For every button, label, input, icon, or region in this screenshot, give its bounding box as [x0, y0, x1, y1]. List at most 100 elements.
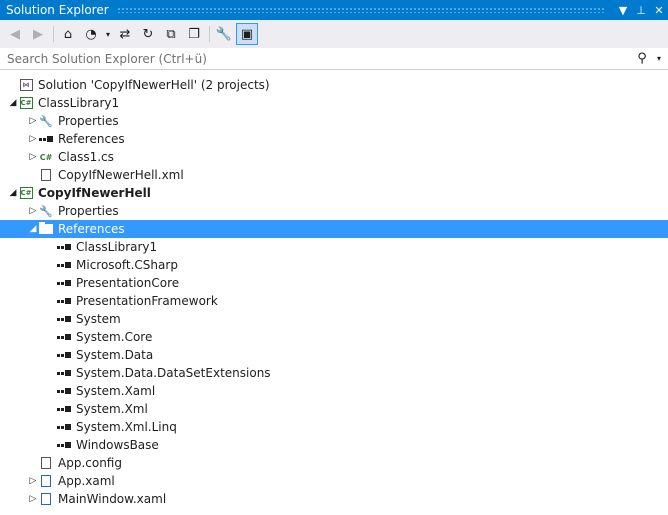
collapse-arrow-icon[interactable]: ◢ [8, 94, 18, 112]
refresh-icon[interactable]: ↻ [137, 23, 159, 45]
wrench-icon: 🔧 [39, 204, 53, 218]
expand-arrow-icon[interactable]: ▷ [28, 490, 38, 508]
config-file-icon [38, 455, 54, 471]
tree-item[interactable]: ClassLibrary1 [0, 238, 668, 256]
solution-icon: ⋈ [18, 77, 34, 93]
no-expander [46, 346, 56, 364]
tree-item[interactable]: System.Data.DataSetExtensions [0, 364, 668, 382]
reference-icon [56, 257, 72, 273]
tree-item[interactable]: ⋈ Solution 'CopyIfNewerHell' (2 projects) [0, 76, 668, 94]
expand-arrow-icon[interactable]: ▷ [28, 130, 38, 148]
pending-changes-filter-icon[interactable]: ◔ [80, 23, 102, 45]
reference-icon [56, 383, 72, 399]
no-expander [8, 76, 18, 94]
properties-wrench-icon[interactable]: 🔧 [213, 23, 235, 45]
reference-icon [56, 437, 72, 453]
tree-item[interactable]: ▷ 🔧 Properties [0, 112, 668, 130]
expand-arrow-icon[interactable]: ▷ [28, 112, 38, 130]
no-expander [46, 310, 56, 328]
sync-icon[interactable]: ⇄ [114, 23, 136, 45]
tree-item[interactable]: ◢ References [0, 220, 668, 238]
tree-item-label: System.Xaml [76, 384, 156, 398]
forward-icon[interactable]: ▶ [27, 23, 49, 45]
tree-item-label: System.Core [76, 330, 153, 344]
reference-icon [56, 365, 72, 381]
tree-item-label: PresentationCore [76, 276, 180, 290]
show-all-files-icon[interactable]: ❐ [183, 23, 205, 45]
tree-item-label: PresentationFramework [76, 294, 218, 308]
tree-item-label: ClassLibrary1 [76, 240, 158, 254]
tree-item-label: Microsoft.CSharp [76, 258, 178, 272]
tree-item-label: CopyIfNewerHell.xml [58, 168, 184, 182]
tree-item[interactable]: CopyIfNewerHell.xml [0, 166, 668, 184]
no-expander [46, 274, 56, 292]
search-input[interactable] [0, 50, 634, 67]
xaml-file-icon [38, 473, 54, 489]
tree-item-label: System [76, 312, 121, 326]
tree-item-label: ClassLibrary1 [38, 96, 120, 110]
tree-item-label: MainWindow.xaml [58, 492, 167, 506]
reference-icon [56, 419, 72, 435]
toolbar: ◀ ▶ ⌂ ◔ ▾ ⇄ ↻ ⧉ ❐ 🔧 ▣ [0, 20, 668, 48]
expand-arrow-icon[interactable]: ▷ [28, 202, 38, 220]
solution-tree: ⋈ Solution 'CopyIfNewerHell' (2 projects)… [0, 76, 668, 508]
tree-item[interactable]: ▷ App.xaml [0, 472, 668, 490]
tree-item[interactable]: ▷ 🔧 Properties [0, 202, 668, 220]
tree-item-label: System.Xml.Linq [76, 420, 177, 434]
csharp-project-icon: C# [19, 187, 33, 199]
tree-item[interactable]: PresentationCore [0, 274, 668, 292]
no-expander [28, 166, 38, 184]
collapse-all-icon[interactable]: ⧉ [160, 23, 182, 45]
tree-item[interactable]: ▷ C# Class1.cs [0, 148, 668, 166]
reference-icon [56, 329, 72, 345]
reference-icon [56, 401, 72, 417]
tree-item[interactable]: System.Xml [0, 400, 668, 418]
collapse-arrow-icon[interactable]: ◢ [28, 220, 38, 238]
tree-item-label: CopyIfNewerHell [38, 186, 151, 200]
tree-item[interactable]: App.config [0, 454, 668, 472]
close-icon[interactable]: ✕ [650, 4, 668, 17]
tree-item-label: System.Xml [76, 402, 148, 416]
no-expander [46, 238, 56, 256]
search-options-dropdown-icon[interactable]: ▾ [650, 54, 668, 63]
title-grip[interactable] [116, 7, 606, 13]
reference-icon [56, 347, 72, 363]
tree-item[interactable]: System.Core [0, 328, 668, 346]
collapse-arrow-icon[interactable]: ◢ [8, 184, 18, 202]
tree-item-label: System.Data.DataSetExtensions [76, 366, 271, 380]
tree-item[interactable]: ◢ C# CopyIfNewerHell [0, 184, 668, 202]
tree-item[interactable]: System [0, 310, 668, 328]
tree-item[interactable]: PresentationFramework [0, 292, 668, 310]
tree-item[interactable]: ▷ References [0, 130, 668, 148]
preview-selected-items-icon[interactable]: ▣ [236, 23, 258, 45]
search-icon[interactable]: ⚲ [634, 51, 650, 66]
reference-icon [56, 275, 72, 291]
csharp-project-icon: C# [19, 97, 33, 109]
tree-item[interactable]: System.Xml.Linq [0, 418, 668, 436]
tree-item[interactable]: System.Xaml [0, 382, 668, 400]
pin-icon[interactable]: ⊥ [632, 4, 650, 17]
home-icon[interactable]: ⌂ [57, 23, 79, 45]
expand-arrow-icon[interactable]: ▷ [28, 472, 38, 490]
expand-arrow-icon[interactable]: ▷ [28, 148, 38, 166]
tree-item[interactable]: ◢ C# ClassLibrary1 [0, 94, 668, 112]
back-icon[interactable]: ◀ [4, 23, 26, 45]
tree-item[interactable]: System.Data [0, 346, 668, 364]
tree-item[interactable]: Microsoft.CSharp [0, 256, 668, 274]
no-expander [46, 382, 56, 400]
tree-item-label: Class1.cs [58, 150, 114, 164]
tree-item[interactable]: ▷ MainWindow.xaml [0, 490, 668, 508]
tree-item-label: References [58, 222, 125, 236]
title-bar: Solution Explorer ▼ ⊥ ✕ [0, 0, 668, 20]
folder-open-icon [38, 221, 54, 237]
dropdown-arrow-icon[interactable]: ▾ [103, 23, 113, 45]
no-expander [46, 292, 56, 310]
toolbar-separator [209, 26, 210, 42]
csharp-file-icon: C# [39, 152, 53, 162]
tree-item-label: Properties [58, 204, 119, 218]
tree-item[interactable]: WindowsBase [0, 436, 668, 454]
reference-icon [38, 131, 54, 147]
no-expander [46, 256, 56, 274]
tree-item-label: App.xaml [58, 474, 115, 488]
window-menu-dropdown-icon[interactable]: ▼ [614, 4, 632, 17]
